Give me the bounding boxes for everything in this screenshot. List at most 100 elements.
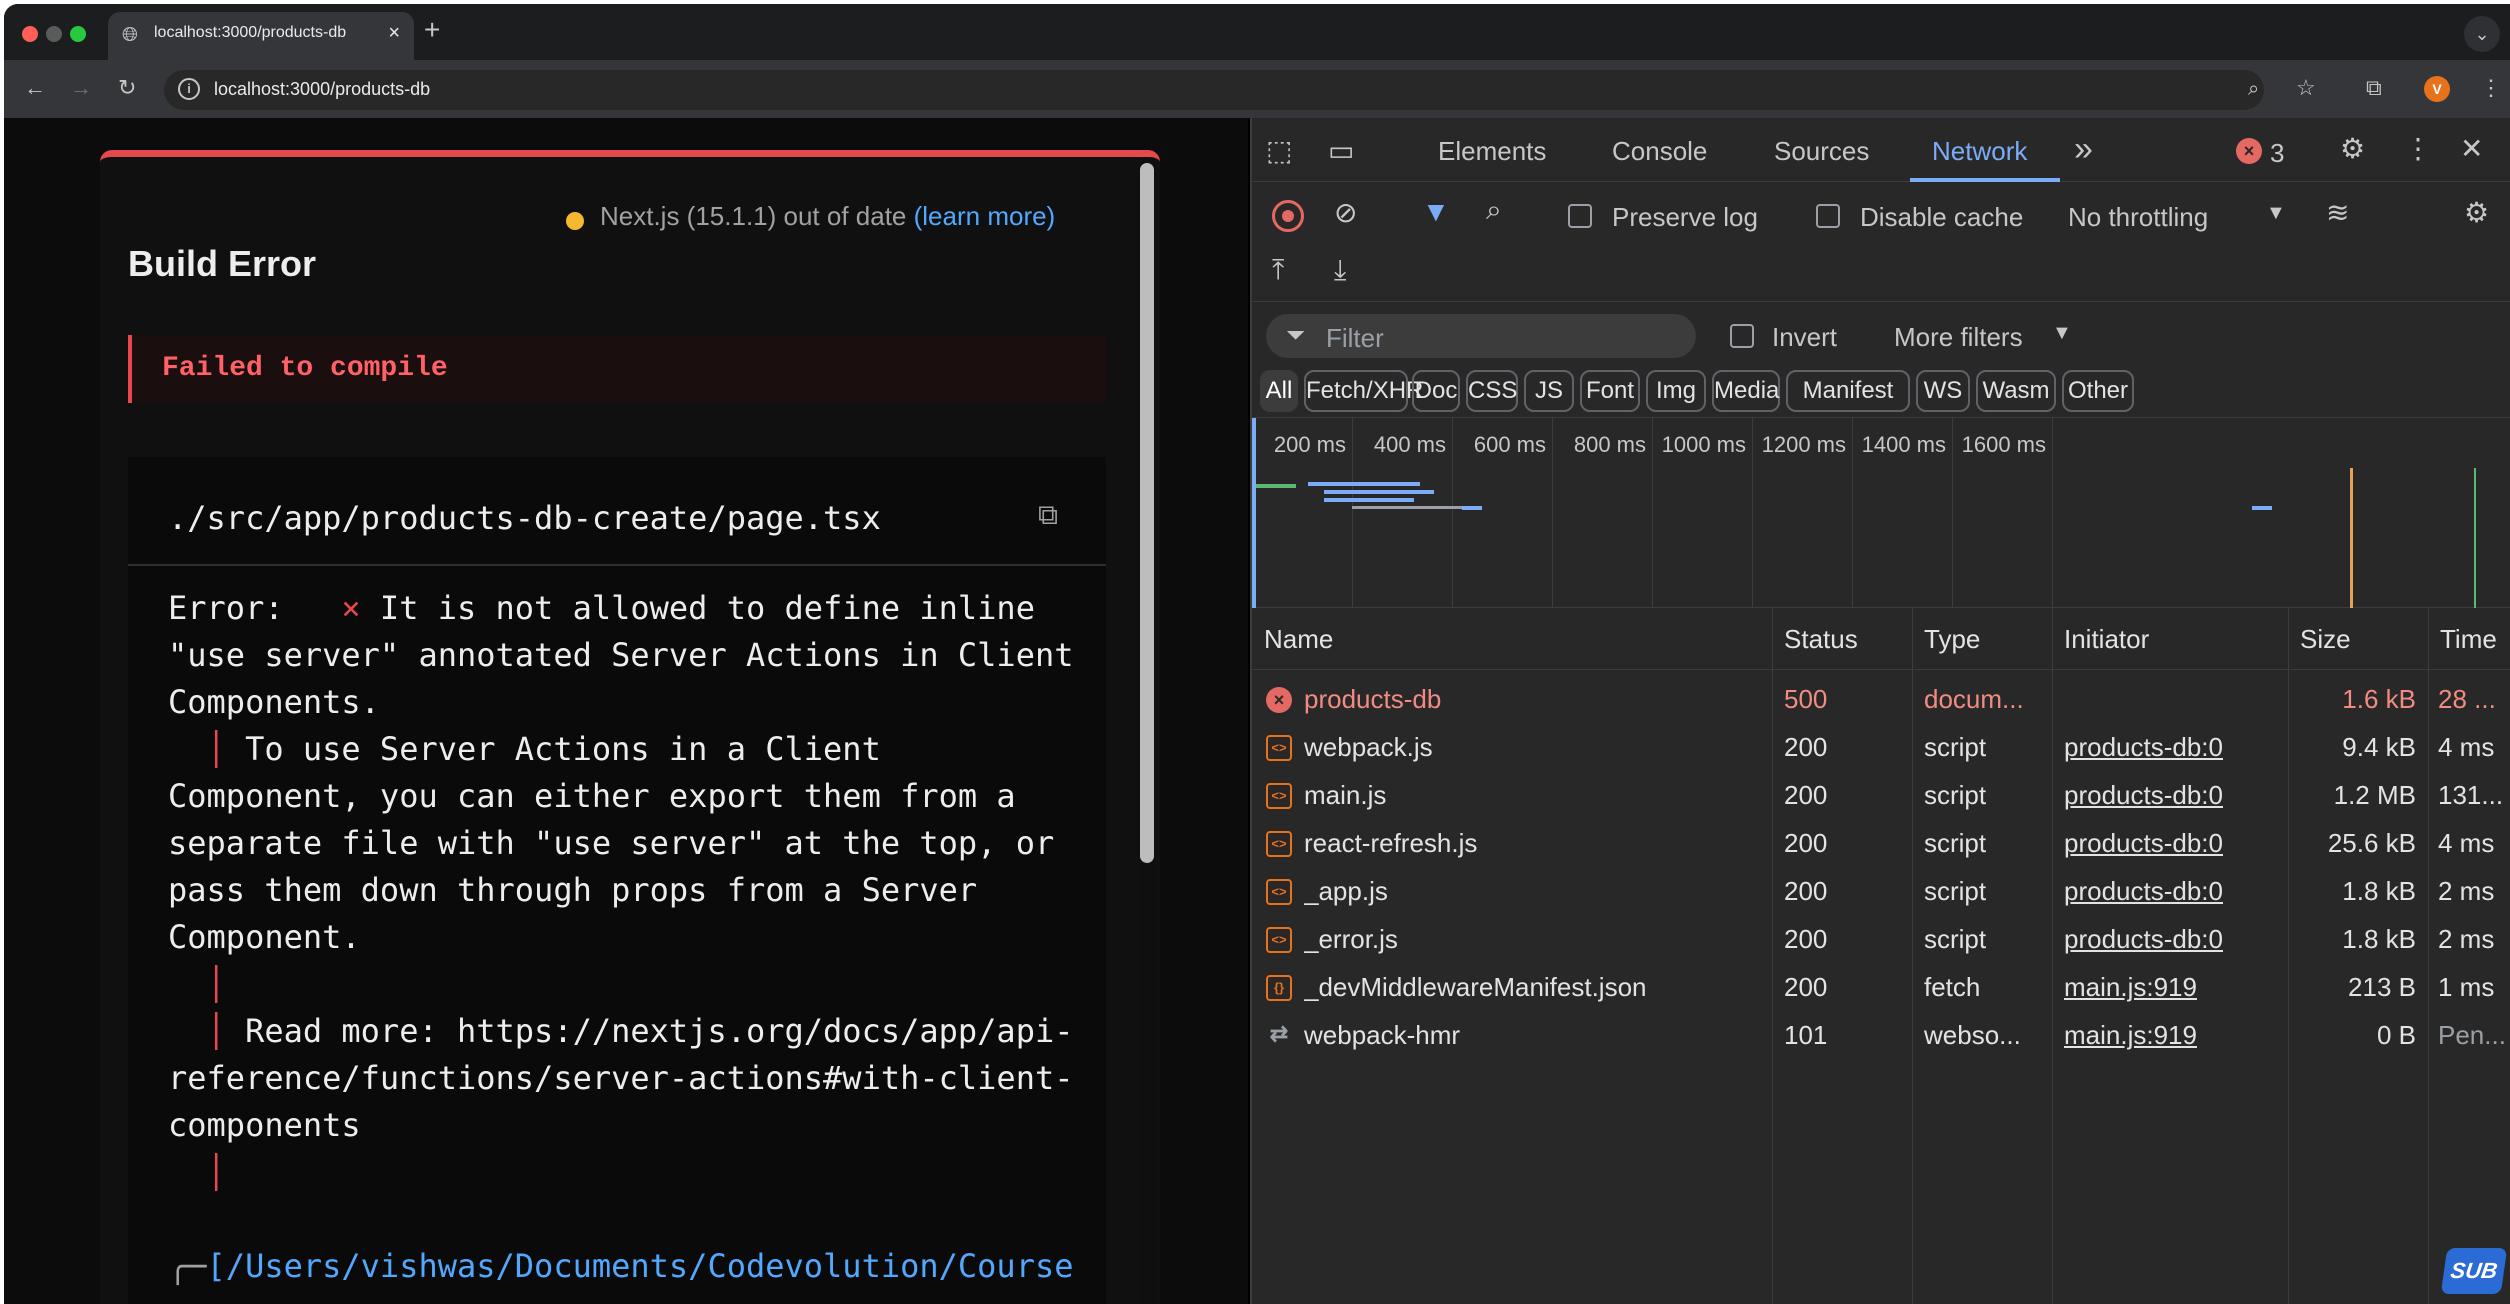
filter-pill-css[interactable]: CSS (1466, 370, 1518, 412)
cell-initiator[interactable]: main.js:919 (2064, 1020, 2284, 1051)
table-row[interactable]: <> _app.js 200 script products-db:0 1.8 kB 2 m… (1252, 868, 2510, 916)
reload-icon[interactable]: ↻ (118, 74, 136, 102)
tab-strip: 🌐︎ localhost:3000/products-db × + ⌄ (4, 4, 2510, 60)
tab-search-button[interactable]: ⌄ (2464, 16, 2500, 52)
browser-window: 🌐︎ localhost:3000/products-db × + ⌄ ← → … (4, 4, 2510, 1304)
json-icon: {} (1266, 975, 1292, 1001)
filter-pill-fetchxhr[interactable]: Fetch/XHR (1304, 370, 1423, 412)
tab-console[interactable]: Console (1612, 136, 1707, 167)
code-line: separate file with "use server" at the t… (168, 820, 1054, 867)
devtools-menu-icon[interactable]: ⋮ (2404, 132, 2432, 165)
cell-initiator[interactable]: products-db:0 (2064, 924, 2284, 955)
timeline-selection-handle[interactable] (1252, 418, 1256, 608)
cell-initiator[interactable]: products-db:0 (2064, 876, 2284, 907)
import-har-icon[interactable]: ⤒ (1272, 254, 1284, 287)
tab-close-icon[interactable]: × (388, 22, 400, 45)
cell-initiator[interactable]: products-db:0 (2064, 828, 2284, 859)
filter-pill-img[interactable]: Img (1646, 370, 1706, 412)
network-settings-gear-icon[interactable]: ⚙ (2464, 196, 2489, 229)
table-row[interactable]: {} _devMiddlewareManifest.json 200 fetch mai… (1252, 964, 2510, 1012)
column-header-name[interactable]: Name (1264, 624, 1333, 655)
filter-pill-manifest[interactable]: Manifest (1786, 370, 1910, 412)
column-header-status[interactable]: Status (1784, 624, 1858, 655)
cell-initiator[interactable]: products-db:0 (2064, 732, 2284, 763)
filter-icon[interactable]: ▼ (1422, 196, 1450, 228)
clear-icon[interactable]: ⊘ (1334, 196, 1357, 229)
invert-checkbox[interactable] (1730, 324, 1754, 348)
overlay-scrollbar-thumb[interactable] (1140, 163, 1154, 863)
error-icon[interactable]: × (2236, 138, 2262, 164)
url-text[interactable]: localhost:3000/products-db (214, 79, 430, 100)
learn-more-link[interactable]: (learn more) (914, 201, 1056, 231)
filter-pill-doc[interactable]: Doc (1412, 370, 1460, 412)
zoom-icon[interactable]: ⌕ (2248, 78, 2259, 101)
minimize-window-button[interactable] (46, 26, 62, 42)
table-row[interactable]: <> react-refresh.js 200 script products-db:0… (1252, 820, 2510, 868)
throttling-select[interactable]: No throttling (2068, 202, 2208, 233)
close-devtools-icon[interactable]: ✕ (2460, 132, 2483, 165)
column-header-type[interactable]: Type (1924, 624, 1980, 655)
maximize-window-button[interactable] (70, 26, 86, 42)
code-prefix: ╭─ (168, 1247, 207, 1285)
more-tabs-icon[interactable]: » (2074, 130, 2093, 169)
tab-elements[interactable]: Elements (1438, 136, 1546, 167)
cell-time: 2 ms (2438, 924, 2495, 954)
avatar[interactable]: V (2424, 76, 2450, 102)
record-button[interactable] (1272, 200, 1304, 232)
export-har-icon[interactable]: ⤓ (1334, 254, 1346, 287)
preserve-log-checkbox[interactable] (1568, 204, 1592, 228)
filter-pill-js[interactable]: JS (1524, 370, 1574, 412)
cell-type: script (1924, 732, 1987, 762)
device-toolbar-icon[interactable]: ▭ (1328, 134, 1354, 167)
cell-initiator[interactable]: products-db:0 (2064, 780, 2284, 811)
filter-pill-other[interactable]: Other (2062, 370, 2134, 412)
extensions-icon[interactable]: ⧉ (2366, 74, 2382, 102)
close-window-button[interactable] (22, 26, 38, 42)
tab-sources[interactable]: Sources (1774, 136, 1869, 167)
chevron-down-icon[interactable]: ▼ (2266, 202, 2286, 225)
new-tab-button[interactable]: + (424, 16, 440, 44)
cell-type: docum... (1924, 684, 2024, 714)
filter-input[interactable]: ⏷ Filter (1266, 314, 1696, 358)
tab-network[interactable]: Network (1932, 136, 2027, 167)
cell-initiator[interactable]: main.js:919 (2064, 972, 2284, 1003)
search-icon[interactable]: ⌕ (1486, 194, 1502, 227)
filter-pill-ws[interactable]: WS (1916, 370, 1970, 412)
code-text: "use server" annotated Server Actions in… (168, 636, 1074, 674)
bookmark-star-icon[interactable]: ☆ (2296, 74, 2316, 102)
filter-pill-font[interactable]: Font (1580, 370, 1640, 412)
address-bar[interactable]: i localhost:3000/products-db ⌕ (164, 70, 2264, 110)
table-row[interactable]: <> _error.js 200 script products-db:0 1.8 kB 2… (1252, 916, 2510, 964)
forward-icon[interactable]: → (70, 74, 92, 102)
filter-pill-all[interactable]: All (1260, 370, 1298, 412)
column-header-time[interactable]: Time (2440, 624, 2497, 655)
site-info-icon[interactable]: i (178, 78, 200, 100)
more-filters-button[interactable]: More filters (1894, 322, 2023, 353)
table-row[interactable]: <> main.js 200 script products-db:0 1.2 MB 131… (1252, 772, 2510, 820)
cell-time: 2 ms (2438, 876, 2495, 906)
open-in-editor-icon[interactable]: ⧉ (1038, 499, 1058, 532)
network-overview-timeline[interactable]: 200 ms 400 ms 600 ms 800 ms 1000 ms 1200 ms 14… (1252, 418, 2510, 608)
table-row[interactable]: ⇄ webpack-hmr 101 webso... main.js:919 0 B Pen… (1252, 1012, 2510, 1060)
timeline-gridline (1652, 418, 1653, 608)
browser-tab[interactable]: 🌐︎ localhost:3000/products-db × (108, 12, 414, 60)
table-row[interactable]: × products-db 500 docum... 1.6 kB 28 ... (1252, 676, 2510, 724)
filter-pill-media[interactable]: Media (1712, 370, 1780, 412)
column-header-size[interactable]: Size (2300, 624, 2351, 655)
devtools-tabbar: ⬚ ▭ Elements Console Sources Network » ×… (1252, 118, 2510, 182)
inspect-element-icon[interactable]: ⬚ (1266, 134, 1292, 167)
back-icon[interactable]: ← (24, 74, 46, 102)
disable-cache-checkbox[interactable] (1816, 204, 1840, 228)
timeline-tick-label: 400 ms (1373, 432, 1446, 457)
cell-name: webpack.js (1304, 732, 1433, 762)
network-conditions-icon[interactable]: ≋ (2326, 196, 2349, 229)
table-row[interactable]: <> webpack.js 200 script products-db:0 9.4 kB… (1252, 724, 2510, 772)
timeline-gridline (1852, 418, 1853, 608)
source-path-link[interactable]: [/Users/vishwas/Documents/Codevolution/C… (207, 1247, 1074, 1285)
filter-pill-wasm[interactable]: Wasm (1976, 370, 2056, 412)
error-count[interactable]: 3 (2270, 138, 2284, 169)
column-header-initiator[interactable]: Initiator (2064, 624, 2149, 655)
menu-kebab-icon[interactable]: ⋮ (2480, 74, 2502, 102)
settings-gear-icon[interactable]: ⚙ (2340, 132, 2365, 165)
more-filters-chevron-icon[interactable]: ▼ (2052, 322, 2072, 345)
